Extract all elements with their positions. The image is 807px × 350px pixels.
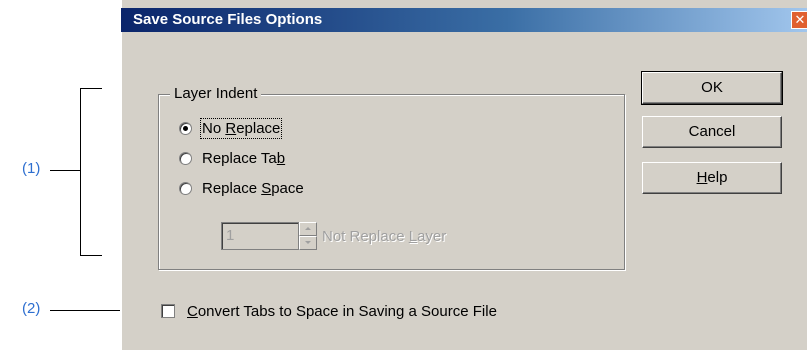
radio-button-icon[interactable] [179, 151, 192, 165]
save-source-files-options-dialog: Save Source Files Options ✕ Layer Indent… [120, 0, 807, 350]
not-replace-layer-spinner [299, 222, 317, 250]
radio-replace-space[interactable]: Replace Space [179, 177, 304, 199]
callout-bracket-tick [50, 170, 80, 171]
dialog-title: Save Source Files Options [133, 11, 323, 28]
convert-tabs-label: Convert Tabs to Space in Saving a Source… [187, 302, 497, 320]
convert-tabs-checkbox[interactable] [161, 304, 175, 318]
layer-indent-group-title: Layer Indent [170, 85, 262, 102]
callout-label-2: (2) [22, 300, 41, 317]
radio-replace-space-label: Replace Space [202, 179, 304, 197]
radio-replace-tab[interactable]: Replace Tab [179, 147, 285, 169]
radio-no-replace-label: No Replace [199, 117, 283, 139]
help-button[interactable]: Help [642, 162, 782, 194]
not-replace-layer-input: 1 [221, 222, 299, 250]
ok-button[interactable]: OK [641, 71, 783, 105]
callout-bracket [80, 88, 102, 256]
radio-replace-tab-label: Replace Tab [202, 149, 286, 167]
cancel-button[interactable]: Cancel [642, 116, 782, 148]
callout-arrow-line [50, 310, 124, 311]
not-replace-layer-label: Not Replace Layer [322, 228, 447, 245]
spin-up-icon [299, 222, 317, 236]
close-icon[interactable]: ✕ [791, 11, 807, 29]
convert-tabs-checkbox-row[interactable]: Convert Tabs to Space in Saving a Source… [161, 300, 497, 322]
title-bar[interactable]: Save Source Files Options ✕ [121, 8, 807, 32]
radio-no-replace[interactable]: No Replace [179, 117, 283, 139]
radio-button-icon[interactable] [179, 181, 192, 195]
callout-label-1: (1) [22, 160, 41, 177]
spin-down-icon [299, 236, 317, 250]
page: (1) (2) Save Source Files Options ✕ Laye… [0, 0, 807, 350]
radio-button-icon[interactable] [179, 121, 192, 135]
